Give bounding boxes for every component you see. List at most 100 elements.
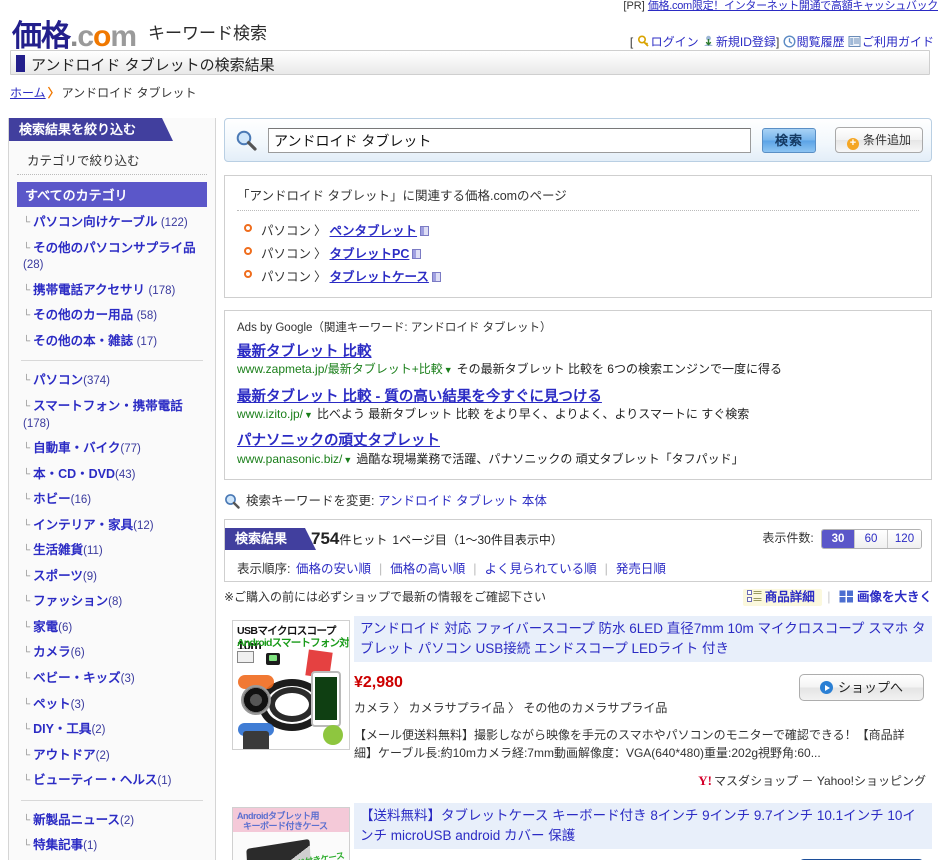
clock-icon (783, 35, 796, 48)
related-page-item[interactable]: パソコン〉タブレットケース (237, 264, 919, 287)
sidebar-item-label[interactable]: インテリア・家具 (33, 518, 133, 532)
product-thumbnail[interactable]: USBマイクロスコープ10m Androidスマートフォン対応 (232, 620, 350, 751)
display-count-60[interactable]: 60 (855, 530, 888, 549)
site-logo[interactable]: 価格.com (12, 11, 137, 55)
sidebar-item[interactable]: └ その他のカー用品 (58) (9, 303, 215, 329)
ad-item[interactable]: 最新タブレット 比較 www.zapmeta.jp/最新タブレット+比較▼ その最… (237, 343, 919, 378)
sidebar-item[interactable]: └ ビューティー・ヘルス(1) (9, 768, 215, 794)
product-title[interactable]: アンドロイド 対応 ファイバースコープ 防水 6LED 直径7mm 10m マイ… (354, 616, 932, 663)
go-to-shop-button[interactable]: ショップへ (799, 674, 924, 702)
ad-item[interactable]: 最新タブレット 比較 - 質の高い結果を今すぐに見つける www.izito.j… (237, 388, 919, 423)
related-link[interactable]: ペンタブレット (330, 224, 418, 238)
sidebar-item-label[interactable]: アウトドア (33, 748, 96, 762)
sidebar-item[interactable]: └ 生活雑貨(11) (9, 538, 215, 564)
ad-url[interactable]: www.izito.jp/ (237, 407, 303, 421)
add-condition-button[interactable]: + 条件追加 (835, 127, 923, 153)
sidebar-item[interactable]: └ ファッション(8) (9, 589, 215, 615)
sidebar-item-label[interactable]: スポーツ (33, 569, 83, 583)
sidebar-item[interactable]: └ インテリア・家具(12) (9, 513, 215, 539)
sidebar-item-label[interactable]: パソコン向けケーブル (33, 215, 157, 229)
sidebar-item-label[interactable]: スマートフォン・携帯電話 (33, 399, 183, 413)
search-button[interactable]: 検索 (762, 128, 816, 153)
display-count-120[interactable]: 120 (888, 530, 921, 549)
breadcrumb-home[interactable]: ホーム (10, 86, 46, 100)
sidebar-item[interactable]: └ DIY・工具(2) (9, 717, 215, 743)
ad-title[interactable]: 最新タブレット 比較 - 質の高い結果を今すぐに見つける (237, 388, 919, 406)
sidebar-item[interactable]: └ 本・CD・DVD(43) (9, 462, 215, 488)
sidebar-item[interactable]: └ アウトドア(2) (9, 743, 215, 769)
sidebar-item-label[interactable]: ベビー・キッズ (33, 671, 121, 685)
login-link[interactable]: ログイン (651, 35, 699, 49)
ad-title[interactable]: パナソニックの頑丈タブレット (237, 432, 919, 450)
sidebar-item-label[interactable]: 携帯電話アクセサリ (33, 283, 145, 297)
sidebar-item-label[interactable]: パソコン (33, 373, 83, 387)
ad-caret-icon[interactable]: ▼ (343, 455, 352, 465)
sidebar-item-label[interactable]: その他のカー用品 (33, 308, 133, 322)
ad-item[interactable]: パナソニックの頑丈タブレット www.panasonic.biz/▼ 過酷な現場業… (237, 432, 919, 467)
related-page-item[interactable]: パソコン〉タブレットPC (237, 241, 919, 264)
tree-corner-icon: └ (23, 840, 31, 852)
display-count-30[interactable]: 30 (822, 530, 855, 549)
sidebar-item[interactable]: └ ベビー・キッズ(3) (9, 666, 215, 692)
sidebar-item-label[interactable]: ペット (33, 697, 71, 711)
pr-link[interactable]: 価格.com限定！インターネット開通で高額キャッシュバック (648, 0, 938, 12)
sidebar-item-label[interactable]: 生活雑貨 (33, 543, 83, 557)
view-large-image-label[interactable]: 画像を大きく (857, 590, 932, 604)
sidebar-item[interactable]: └ 特集記事(1) (9, 833, 215, 859)
sidebar-item-label[interactable]: その他のパソコンサプライ品 (33, 241, 196, 255)
sidebar-item[interactable]: └ ペット(3) (9, 692, 215, 718)
sidebar-item[interactable]: └ スポーツ(9) (9, 564, 215, 590)
sidebar-item-label[interactable]: 家電 (33, 620, 58, 634)
sort-price-asc[interactable]: 価格の安い順 (296, 562, 371, 576)
tree-corner-icon: └ (23, 749, 31, 761)
sidebar-item-label[interactable]: ホビー (33, 492, 71, 506)
view-detail-label[interactable]: 商品詳細 (765, 590, 815, 604)
yahoo-logo-icon: Y! (698, 773, 712, 789)
sidebar-item-label[interactable]: 新製品ニュース (33, 813, 120, 827)
sidebar-item[interactable]: └ カメラ(6) (9, 640, 215, 666)
guide-link[interactable]: ご利用ガイド (862, 35, 934, 49)
ad-caret-icon[interactable]: ▼ (304, 410, 313, 420)
sidebar-item[interactable]: └ パソコン(374) (9, 368, 215, 394)
sort-price-desc[interactable]: 価格の高い順 (390, 562, 465, 576)
keyword-change-link[interactable]: アンドロイド タブレット 本体 (378, 494, 547, 508)
product-thumbnail[interactable]: Androidタブレット用 キーボード付きケース キーボード付きケース (232, 807, 350, 860)
sidebar-item[interactable]: └ ホビー(16) (9, 487, 215, 513)
sort-popular[interactable]: よく見られている順 (485, 562, 597, 576)
sidebar-item-label[interactable]: ファッション (33, 594, 108, 608)
sidebar-item-label[interactable]: DIY・工具 (33, 722, 91, 736)
product-title[interactable]: 【送料無料】タブレットケース キーボード付き 8インチ 9インチ 9.7インチ … (354, 803, 932, 850)
ad-caret-icon[interactable]: ▼ (444, 365, 453, 375)
sidebar-item[interactable]: └ 携帯電話アクセサリ (178) (9, 278, 215, 304)
history-link[interactable]: 閲覧履歴 (797, 35, 845, 49)
display-count-buttons: 30 60 120 (821, 529, 922, 550)
product-row: USBマイクロスコープ10m Androidスマートフォン対応 (224, 616, 932, 789)
view-detail-toggle[interactable]: 商品詳細 (742, 589, 823, 607)
breadcrumb-current: アンドロイド タブレット (61, 86, 197, 100)
sidebar-item[interactable]: └ 家電(6) (9, 615, 215, 641)
sidebar-item[interactable]: └ 自動車・バイク(77) (9, 436, 215, 462)
ad-url[interactable]: www.panasonic.biz/ (237, 452, 342, 466)
related-link[interactable]: タブレットPC (330, 247, 410, 261)
related-page-item[interactable]: パソコン〉ペンタブレット (237, 218, 919, 241)
view-large-image-toggle[interactable]: 画像を大きく (839, 590, 932, 604)
ad-title[interactable]: 最新タブレット 比較 (237, 343, 919, 361)
sidebar-item-label[interactable]: 特集記事 (33, 838, 83, 852)
register-link[interactable]: 新規ID登録 (716, 35, 776, 49)
sort-release-date[interactable]: 発売日順 (616, 562, 666, 576)
sidebar-item[interactable]: └ スマートフォン・携帯電話 (178) (9, 394, 215, 436)
ad-url[interactable]: www.zapmeta.jp/最新タブレット+比較 (237, 362, 443, 376)
sidebar-item[interactable]: └ その他のパソコンサプライ品 (28) (9, 236, 215, 278)
sidebar-item-label[interactable]: カメラ (33, 645, 71, 659)
sidebar-item-label[interactable]: 本・CD・DVD (33, 467, 115, 481)
sidebar-item-label[interactable]: その他の本・雑誌 (33, 334, 133, 348)
related-link[interactable]: タブレットケース (330, 270, 429, 284)
page-root: [PR] 価格.com限定！インターネット開通で高額キャッシュバック 価格.co… (0, 0, 940, 860)
sidebar-item-label[interactable]: 自動車・バイク (33, 441, 120, 455)
sidebar-item[interactable]: └ その他の本・雑誌 (17) (9, 329, 215, 355)
sidebar-item[interactable]: └ パソコン向けケーブル (122) (9, 210, 215, 236)
sidebar-item-all-categories[interactable]: すべてのカテゴリ (17, 182, 207, 207)
sidebar-item-label[interactable]: ビューティー・ヘルス (33, 773, 157, 787)
sidebar-item[interactable]: └ 新製品ニュース(2) (9, 808, 215, 834)
search-input[interactable] (268, 128, 751, 153)
